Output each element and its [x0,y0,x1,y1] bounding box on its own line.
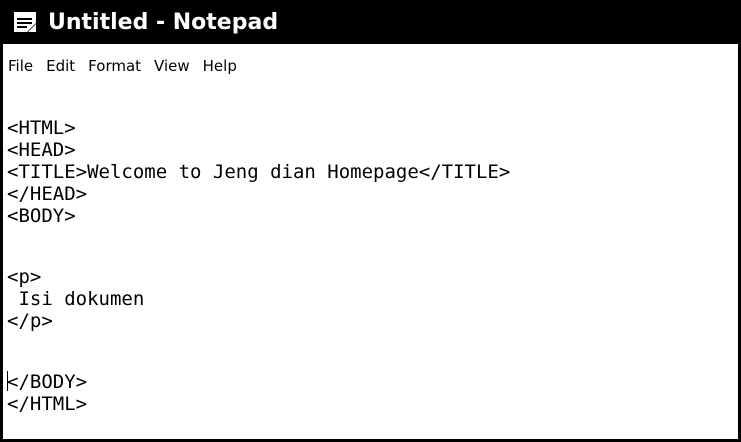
editor-line: <HTML> [7,117,76,139]
menu-bar: File Edit Format View Help [3,44,738,88]
title-bar[interactable]: Untitled - Notepad [3,0,738,44]
editor-line: <TITLE>Welcome to Jeng dian Homepage</TI… [7,161,511,183]
menu-view[interactable]: View [154,57,190,75]
editor-line: <HEAD> [7,139,76,161]
text-caret [7,371,8,391]
menu-help[interactable]: Help [203,57,237,75]
editor-line: </BODY> [7,371,88,393]
notepad-icon [14,12,36,32]
text-editor-area[interactable]: <HTML> <HEAD> <TITLE>Welcome to Jeng dia… [3,100,738,439]
editor-line: <p> [7,266,42,288]
menu-format[interactable]: Format [88,57,141,75]
menu-edit[interactable]: Edit [46,57,75,75]
editor-line: Isi dokumen [7,288,145,310]
menu-file[interactable]: File [8,57,33,75]
window-title: Untitled - Notepad [48,9,279,35]
editor-line: <BODY> [7,205,76,227]
editor-line: </HEAD> [7,183,88,205]
editor-line: </p> [7,310,53,332]
notepad-window: Untitled - Notepad File Edit Format View… [0,0,741,442]
editor-line: </HTML> [7,393,88,415]
